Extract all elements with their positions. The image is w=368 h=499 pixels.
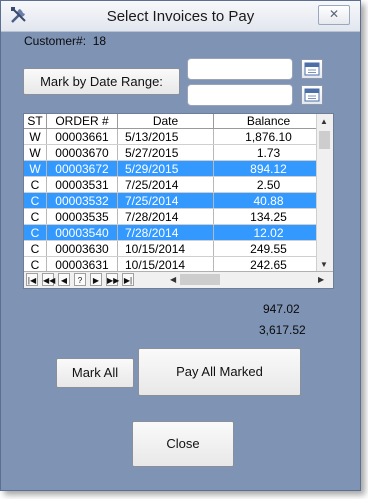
cell-order: 00003630 — [46, 240, 118, 257]
calendar-to-button[interactable] — [301, 85, 323, 105]
cell-order: 00003532 — [46, 192, 118, 209]
scroll-right-icon[interactable]: ▶ — [318, 275, 324, 284]
cell-status: W — [24, 128, 47, 145]
cell-balance: 1.73 — [213, 144, 324, 161]
horizontal-scroll-thumb[interactable] — [180, 274, 220, 285]
cell-order: 00003672 — [46, 160, 118, 177]
calendar-from-button[interactable] — [301, 59, 323, 79]
vertical-scrollbar[interactable]: ▲ ▼ — [316, 114, 333, 272]
cell-order: 00003540 — [46, 224, 118, 241]
close-button[interactable]: Close — [132, 421, 234, 467]
cell-date: 5/13/2015 — [117, 128, 214, 145]
cell-status: W — [24, 144, 47, 161]
cell-date: 10/15/2014 — [117, 240, 214, 257]
balance-total: 3,617.52 — [259, 323, 306, 337]
column-header-st[interactable]: ST — [24, 114, 47, 129]
customer-info: Customer#: 18 — [24, 34, 106, 48]
cell-date: 7/28/2014 — [117, 224, 214, 241]
vertical-scroll-thumb[interactable] — [319, 131, 330, 149]
cell-status: W — [24, 160, 47, 177]
customer-number: 18 — [92, 34, 107, 48]
customer-label: Customer#: — [24, 34, 87, 48]
table-row-selected[interactable]: C 00003540 7/28/2014 12.02 — [24, 224, 324, 241]
cell-balance: 894.12 — [213, 160, 324, 177]
cell-status: C — [24, 240, 47, 257]
calendar-icon — [304, 88, 320, 102]
cell-date: 7/25/2014 — [117, 192, 214, 209]
cell-balance: 134.25 — [213, 208, 324, 225]
cell-order: 00003531 — [46, 176, 118, 193]
mark-all-button[interactable]: Mark All — [56, 358, 134, 388]
prev-record-button[interactable]: ◀ — [58, 273, 70, 286]
date-from-field[interactable] — [187, 58, 293, 80]
cell-balance: 12.02 — [213, 224, 324, 241]
cell-balance: 249.55 — [213, 240, 324, 257]
table-row[interactable]: W 00003661 5/13/2015 1,876.10 — [24, 128, 324, 145]
table-row[interactable]: C 00003531 7/25/2014 2.50 — [24, 176, 324, 193]
prev-page-button[interactable]: ◀◀ — [42, 273, 55, 286]
cell-status: C — [24, 176, 47, 193]
cell-balance: 40.88 — [213, 192, 324, 209]
next-page-button[interactable]: ▶▶ — [106, 273, 119, 286]
window-title: Select Invoices to Pay — [106, 8, 255, 25]
mark-by-date-range-button[interactable]: Mark by Date Range: — [23, 68, 180, 95]
window-close-button[interactable]: ✕ — [318, 5, 350, 25]
title-bar: Select Invoices to Pay ✕ — [1, 1, 360, 32]
cell-balance: 1,876.10 — [213, 128, 324, 145]
column-header-date[interactable]: Date — [117, 114, 214, 129]
cell-order: 00003661 — [46, 128, 118, 145]
header-row: ST ORDER # Date Balance — [24, 114, 324, 129]
table-row-selected[interactable]: W 00003672 5/29/2015 894.12 — [24, 160, 324, 177]
cell-date: 7/28/2014 — [117, 208, 214, 225]
scroll-down-icon[interactable]: ▼ — [320, 260, 328, 269]
table-row[interactable]: C 00003535 7/28/2014 134.25 — [24, 208, 324, 225]
calendar-icon — [304, 62, 320, 76]
table-row[interactable]: C 00003630 10/15/2014 249.55 — [24, 240, 324, 257]
cell-status: C — [24, 192, 47, 209]
select-invoices-window: Select Invoices to Pay ✕ Customer#: 18 M… — [0, 0, 361, 491]
search-record-button[interactable]: ? — [74, 273, 86, 286]
cell-status: C — [24, 208, 47, 225]
column-header-balance[interactable]: Balance — [213, 114, 324, 129]
cell-order: 00003670 — [46, 144, 118, 161]
date-to-field[interactable] — [187, 84, 293, 106]
table-row-selected[interactable]: C 00003532 7/25/2014 40.88 — [24, 192, 324, 209]
column-header-order[interactable]: ORDER # — [46, 114, 118, 129]
last-record-button[interactable]: ▶| — [122, 273, 134, 286]
cell-date: 5/27/2015 — [117, 144, 214, 161]
cell-balance: 2.50 — [213, 176, 324, 193]
first-record-button[interactable]: |◀ — [26, 273, 38, 286]
cell-order: 00003535 — [46, 208, 118, 225]
invoice-grid: ST ORDER # Date Balance W 00003661 5/13/… — [23, 113, 334, 289]
grid-navigation-bar: |◀ ◀◀ ◀ ? ▶ ▶▶ ▶| ◀ ▶ — [24, 271, 333, 288]
cell-status: C — [24, 224, 47, 241]
scroll-left-icon[interactable]: ◀ — [170, 275, 176, 284]
scroll-up-icon[interactable]: ▲ — [320, 117, 328, 126]
cell-date: 7/25/2014 — [117, 176, 214, 193]
cell-date: 5/29/2015 — [117, 160, 214, 177]
table-row[interactable]: W 00003670 5/27/2015 1.73 — [24, 144, 324, 161]
next-record-button[interactable]: ▶ — [90, 273, 102, 286]
marked-total: 947.02 — [263, 302, 300, 316]
invoice-table: ST ORDER # Date Balance W 00003661 5/13/… — [24, 114, 324, 273]
pay-all-marked-button[interactable]: Pay All Marked — [138, 348, 301, 396]
